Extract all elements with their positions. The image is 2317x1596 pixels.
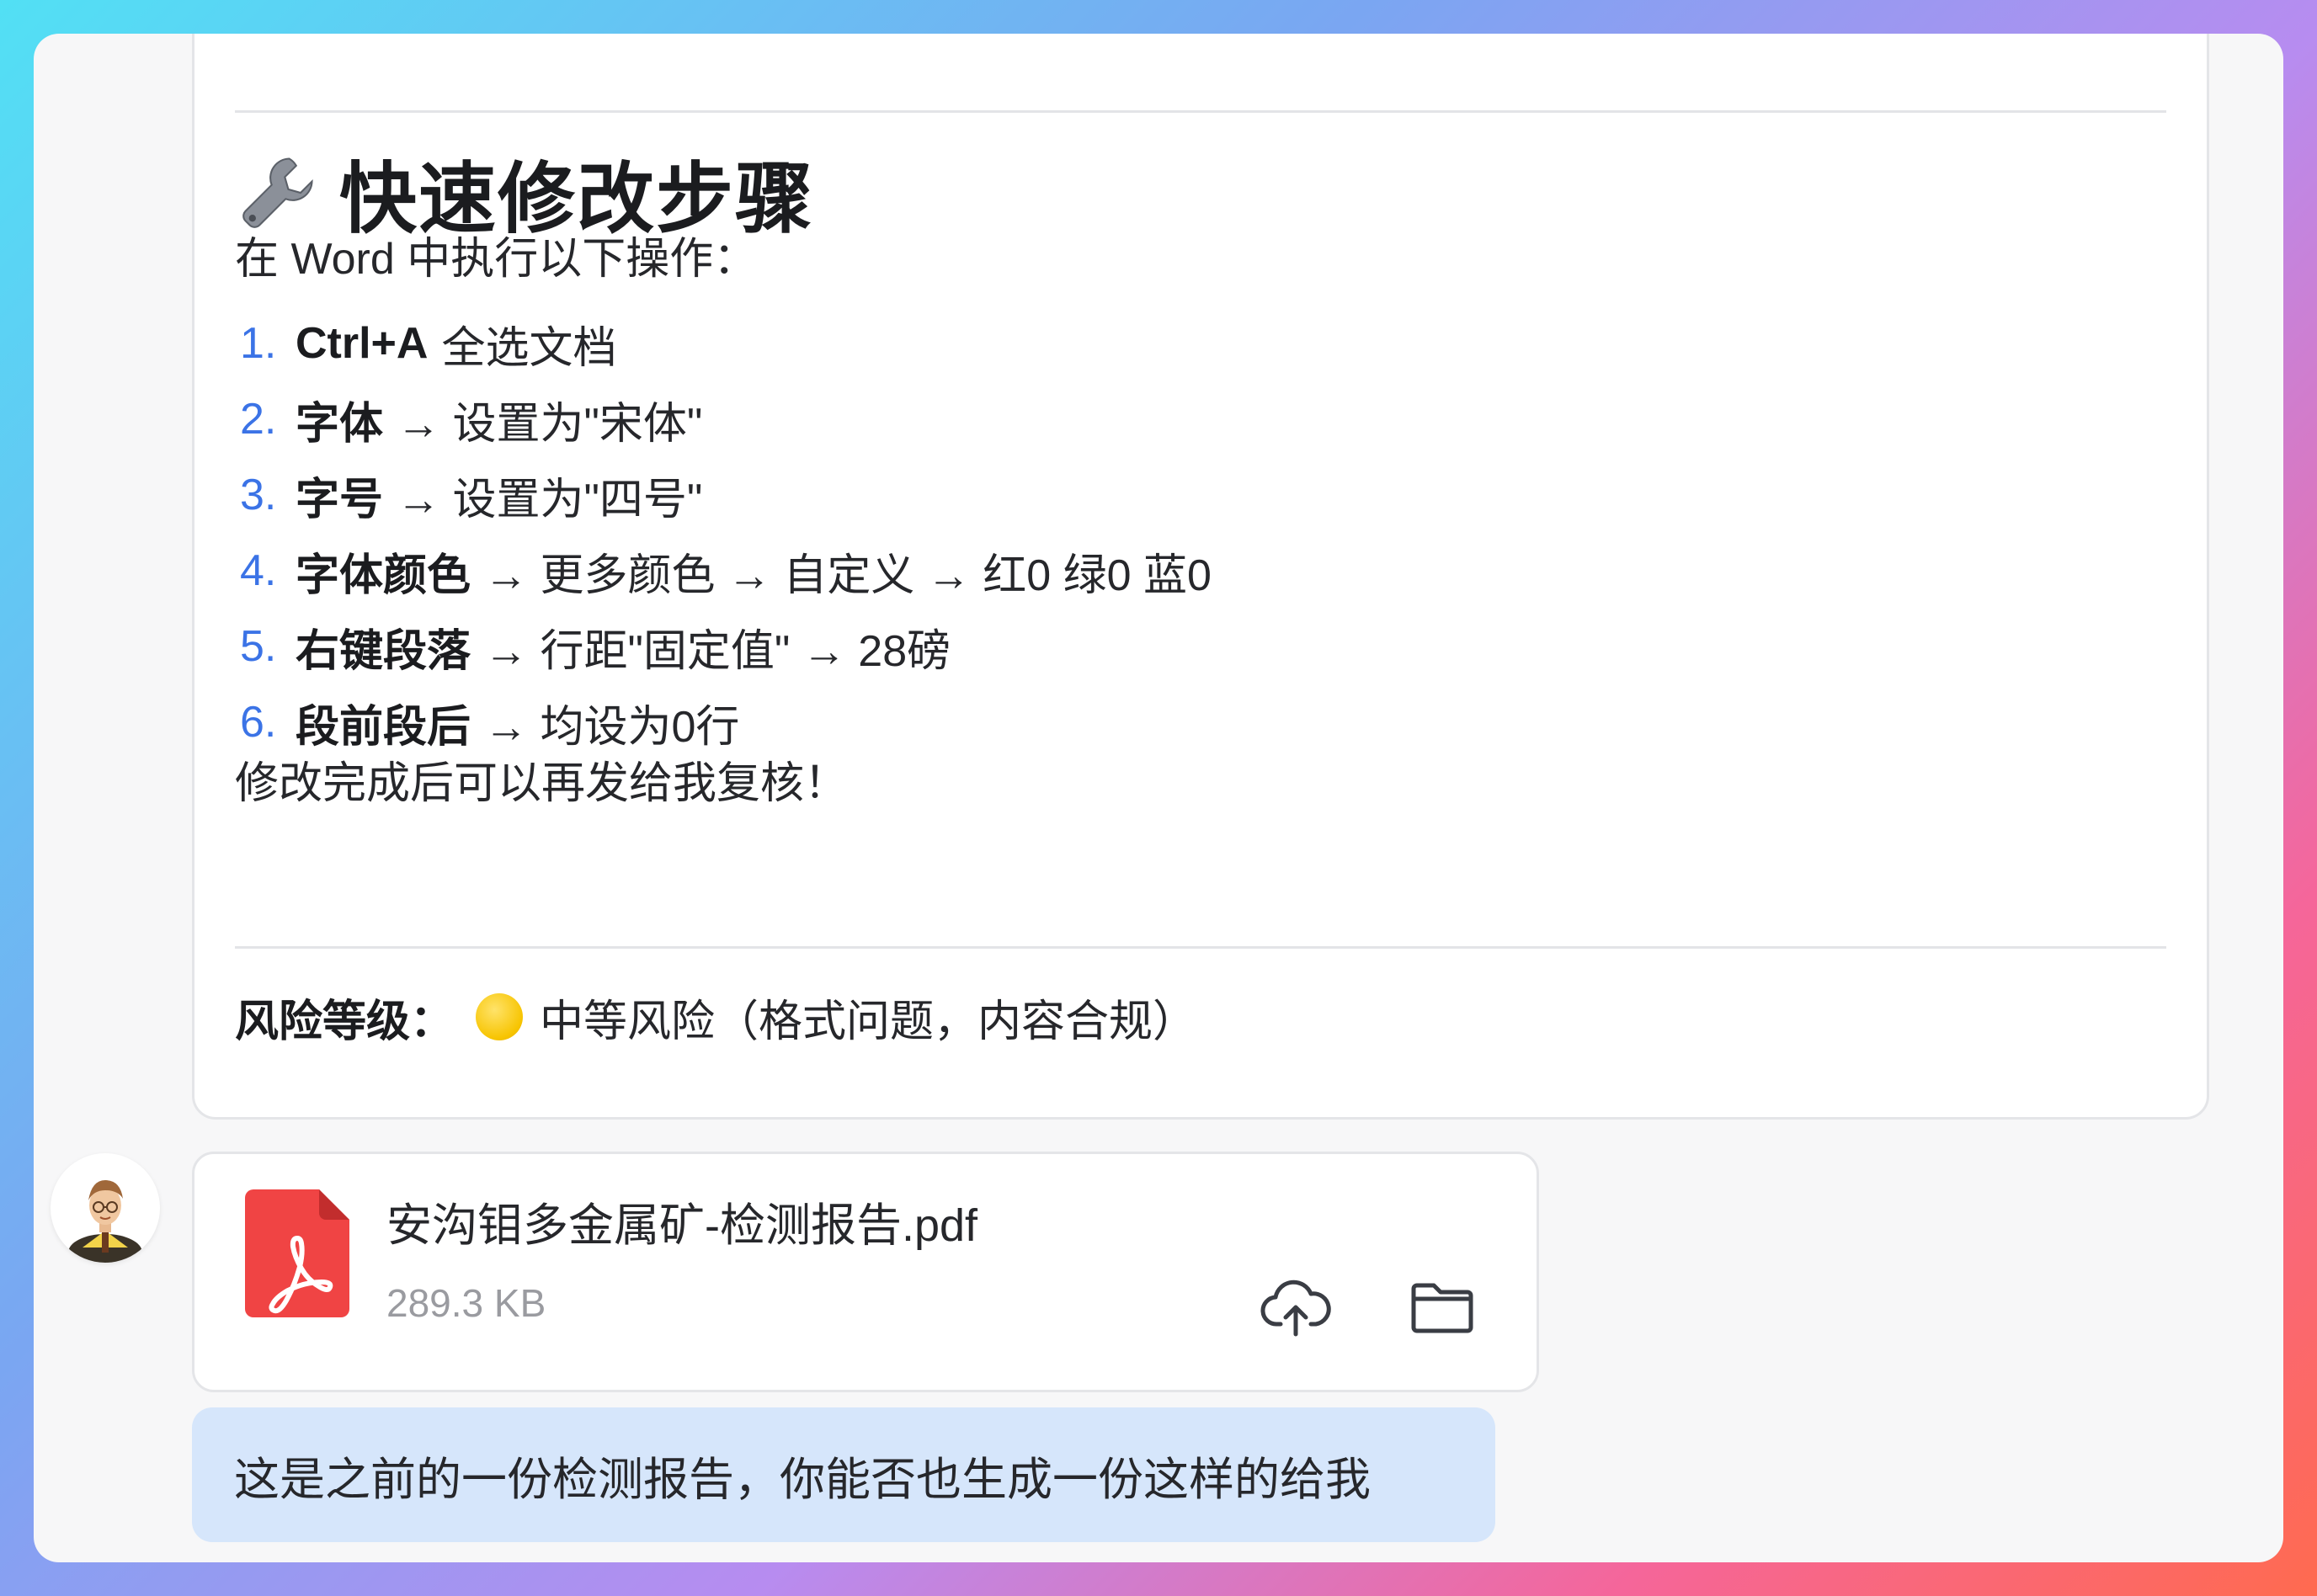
list-item: 6. 段前段后 → 均设为0行 [235,684,1212,760]
step-key: 字体 [296,399,384,449]
divider [235,946,2166,949]
intro-text: 在 Word 中执行以下操作： [235,235,758,284]
cloud-upload-icon[interactable] [1260,1272,1331,1343]
step-number: 1. [240,319,277,368]
chat-window: 快速修改步骤 在 Word 中执行以下操作： 1. Ctrl+A 全选文档 2.… [34,34,2283,1562]
pdf-file-icon [245,1189,349,1317]
user-message-bubble: 这是之前的一份检测报告，你能否也生成一份这样的给我 [192,1407,1495,1542]
list-item: 5. 右键段落 → 行距"固定值" → 28磅 [235,609,1212,684]
step-text: → 均设为0行 [484,702,740,752]
risk-level: 风险等级： 中等风险（格式问题，内容合规） [235,966,1196,1067]
section-heading: 快速修改步骤 [235,146,814,242]
step-number: 3. [240,471,277,519]
step-key: 右键段落 [296,626,471,676]
risk-value: 中等风险（格式问题，内容合规） [540,997,1197,1046]
user-message-text: 这是之前的一份检测报告，你能否也生成一份这样的给我 [234,1454,1371,1505]
list-item: 1. Ctrl+A 全选文档 [235,306,1212,381]
yellow-circle-icon [476,993,524,1040]
step-key: 段前段后 [296,702,471,752]
folder-icon[interactable] [1407,1272,1478,1343]
step-text: → 行距"固定值" → 28磅 [484,626,951,676]
step-text: → 设置为"四号" [397,475,703,524]
user-avatar-icon [68,1180,142,1263]
step-text: 全选文档 [441,323,617,373]
step-key: 字号 [296,475,384,524]
assistant-reply-card: 快速修改步骤 在 Word 中执行以下操作： 1. Ctrl+A 全选文档 2.… [192,34,2209,1120]
file-attachment-card[interactable]: 安沟钼多金属矿-检测报告.pdf 289.3 KB [192,1152,1539,1392]
step-key: Ctrl+A [296,319,429,368]
step-number: 4. [240,546,277,595]
step-text: → 更多颜色 → 自定义 → 红0 绿0 蓝0 [484,551,1212,600]
step-key: 字体颜色 [296,551,471,600]
file-name[interactable]: 安沟钼多金属矿-检测报告.pdf [386,1188,977,1254]
wrench-icon [242,157,313,228]
step-number: 2. [240,395,277,444]
step-number: 5. [240,622,277,671]
steps-list: 1. Ctrl+A 全选文档 2. 字体 → 设置为"宋体" 3. 字号 → 设… [235,306,1212,760]
divider [235,110,2166,113]
avatar[interactable] [51,1153,160,1263]
list-item: 3. 字号 → 设置为"四号" [235,457,1212,533]
step-text: → 设置为"宋体" [397,399,703,449]
step-number: 6. [240,698,277,747]
list-item: 2. 字体 → 设置为"宋体" [235,381,1212,457]
file-size: 289.3 KB [386,1281,546,1325]
list-item: 4. 字体颜色 → 更多颜色 → 自定义 → 红0 绿0 蓝0 [235,533,1212,609]
closing-text: 修改完成后可以再发给我复核！ [235,759,849,808]
risk-label: 风险等级： [235,997,455,1046]
